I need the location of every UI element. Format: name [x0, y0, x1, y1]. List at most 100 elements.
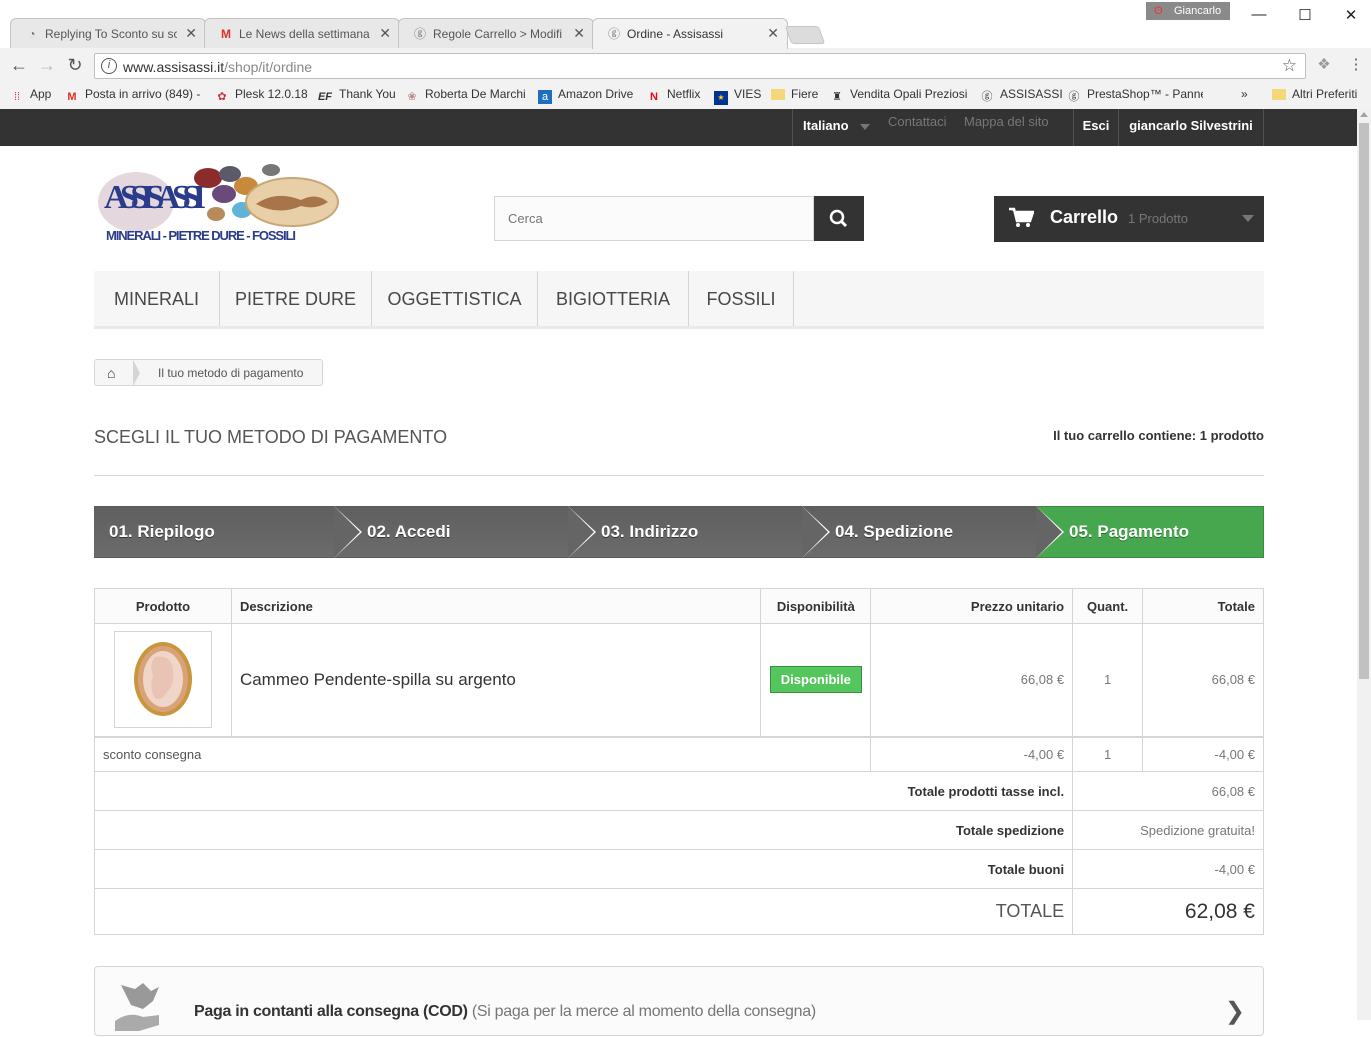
- sitemap-link[interactable]: Mappa del sito: [964, 105, 1049, 142]
- step-address[interactable]: 03. Indirizzo: [568, 506, 830, 558]
- chevron-right-icon: ❯: [1224, 998, 1245, 1025]
- step-login[interactable]: 02. Accedi: [334, 506, 596, 558]
- contact-link[interactable]: Contattaci: [888, 105, 947, 142]
- bookmark-plesk[interactable]: ✿ Plesk 12.0.18: [215, 87, 308, 104]
- bookmark-label: Netflix: [667, 87, 701, 101]
- discount-label: sconto consegna: [93, 736, 872, 772]
- forum-icon: ◔: [28, 27, 36, 41]
- address-bar[interactable]: i www.assisassi.it/shop/it/ordine ☆: [94, 53, 1306, 79]
- menu-item-minerali[interactable]: MINERALI: [94, 271, 220, 326]
- cart-summary-text: Il tuo carrello contiene: 1 prodotto: [1053, 428, 1264, 443]
- forward-icon[interactable]: →: [36, 55, 58, 76]
- url-host: www.assisassi.it: [123, 59, 225, 75]
- tab-title: Le News della settimana: [239, 27, 370, 41]
- browser-tab-3[interactable]: ⓖ Regole Carrello > Modifi ✕: [398, 18, 594, 48]
- bookmark-star-icon[interactable]: ☆: [1282, 56, 1297, 76]
- profile-button[interactable]: ʘ Giancarlo: [1146, 2, 1230, 20]
- search-icon: [829, 209, 848, 228]
- col-qty: Quant.: [1072, 588, 1144, 624]
- total-products-value: 66,08 €: [1072, 771, 1264, 811]
- discount-unit-price: -4,00 €: [870, 736, 1074, 772]
- browser-toolbar: ← → ↻ i www.assisassi.it/shop/it/ordine …: [0, 50, 1371, 82]
- search-input[interactable]: [494, 196, 814, 241]
- home-icon[interactable]: ⌂: [107, 365, 115, 381]
- scroll-up-icon[interactable]: [1360, 112, 1368, 117]
- bookmark-label: Plesk 12.0.18: [235, 87, 308, 101]
- info-icon[interactable]: i: [101, 58, 117, 74]
- close-icon[interactable]: ✕: [767, 25, 779, 42]
- menu-item-fossili[interactable]: FOSSILI: [689, 271, 794, 326]
- close-icon[interactable]: ✕: [185, 25, 197, 42]
- back-icon[interactable]: ←: [8, 55, 30, 76]
- bookmark-amazon[interactable]: a Amazon Drive: [538, 87, 633, 104]
- bookmark-label: Posta in arrivo (849) -: [85, 87, 201, 101]
- caret-down-icon: [860, 124, 870, 130]
- cart-button[interactable]: Carrello 1 Prodotto: [994, 196, 1264, 242]
- bookmark-netflix[interactable]: N Netflix: [647, 87, 700, 104]
- bookmark-thankyou[interactable]: EF Thank You: [317, 87, 396, 104]
- close-icon[interactable]: ✕: [573, 25, 585, 42]
- menu-item-pietre-dure[interactable]: PIETRE DURE: [220, 271, 372, 326]
- scroll-thumb[interactable]: [1359, 123, 1369, 679]
- bookmark-prestashop[interactable]: ⓖ PrestaShop™ - Pannel: [1067, 87, 1204, 104]
- bookmark-app[interactable]: ⁞⁞ App: [10, 87, 51, 104]
- unit-price: 66,08 €: [870, 623, 1074, 737]
- bookmark-label: VIES: [734, 87, 762, 101]
- profile-name: Giancarlo: [1174, 5, 1222, 17]
- menu-item-bigiotteria[interactable]: BIGIOTTERIA: [538, 271, 689, 326]
- new-tab-button[interactable]: [784, 26, 826, 44]
- user-account-link[interactable]: giancarlo Silvestrini: [1119, 109, 1264, 146]
- step-shipping[interactable]: 04. Spedizione: [802, 506, 1064, 558]
- menu-icon[interactable]: ⋮: [1345, 55, 1367, 73]
- close-window-icon[interactable]: ✕: [1340, 6, 1362, 24]
- bookmark-gmail[interactable]: M Posta in arrivo (849) -: [65, 87, 200, 104]
- url-path: /shop/it/ordine: [224, 59, 313, 75]
- col-unit-price: Prezzo unitario: [870, 588, 1074, 624]
- checkout-steps: 01. Riepilogo 02. Accedi 03. Indirizzo 0…: [94, 506, 1264, 558]
- bookmark-label: Fiere: [791, 87, 819, 101]
- more-bookmarks-button[interactable]: »: [1241, 87, 1248, 101]
- total-vouchers-row: Totale buoni -4,00 €: [93, 849, 1264, 889]
- reload-icon[interactable]: ↻: [64, 55, 86, 76]
- bookmark-label: Roberta De Marchi: [425, 87, 526, 101]
- logout-link[interactable]: Esci: [1073, 109, 1119, 146]
- amazon-icon: a: [538, 90, 552, 104]
- search-button[interactable]: [814, 196, 864, 241]
- step-summary[interactable]: 01. Riepilogo: [94, 506, 362, 558]
- page-header: SCEGLI IL TUO METODO DI PAGAMENTO Il tuo…: [94, 427, 1264, 476]
- bookmark-opali[interactable]: ♜ Vendita Opali Preziosi: [830, 87, 968, 104]
- minimize-icon[interactable]: —: [1248, 6, 1270, 23]
- folder-icon: [771, 89, 785, 100]
- prestashop-icon: ⓖ: [1068, 91, 1080, 103]
- menu-item-oggettistica[interactable]: OGGETTISTICA: [372, 271, 538, 326]
- bookmarks-bar: ⁞⁞ App M Posta in arrivo (849) - ✿ Plesk 12…: [0, 82, 1371, 109]
- product-image[interactable]: [113, 631, 212, 729]
- availability-badge: Disponibile: [769, 666, 862, 694]
- dropbox-icon[interactable]: ❖: [1313, 55, 1335, 73]
- browser-tab-1[interactable]: ◔ Replying To Sconto su sc ✕: [10, 18, 206, 48]
- other-bookmarks[interactable]: Altri Preferiti: [1272, 87, 1357, 101]
- product-description[interactable]: Cammeo Pendente-spilla su argento: [230, 623, 762, 737]
- close-icon[interactable]: ✕: [379, 25, 391, 42]
- total-shipping-label: Totale spedizione: [93, 810, 1074, 850]
- bookmark-assisassi[interactable]: ⓖ ASSISASSI: [980, 87, 1063, 104]
- eu-flag-icon: ★: [714, 91, 728, 105]
- page-scrollbar[interactable]: [1357, 109, 1371, 1020]
- logo-title: ASSISASSI: [104, 179, 206, 216]
- bookmark-fiere[interactable]: Fiere: [771, 87, 818, 101]
- url-text[interactable]: www.assisassi.it/shop/it/ordine: [123, 59, 312, 75]
- browser-tab-2[interactable]: M Le News della settimana ✕: [204, 18, 400, 48]
- browser-tab-active[interactable]: ⓖ Ordine - Assisassi ✕: [592, 18, 788, 49]
- discount-qty: 1: [1072, 736, 1144, 772]
- step-label: 04. Spedizione: [835, 522, 954, 541]
- payment-note: (Si paga per la merce al momento della c…: [471, 1003, 816, 1020]
- caret-down-icon: [1242, 215, 1254, 222]
- language-selector[interactable]: Italiano: [792, 109, 878, 146]
- cameo-image: [133, 642, 192, 717]
- bookmark-roberta[interactable]: ❀ Roberta De Marchi: [405, 87, 526, 104]
- payment-option-cod[interactable]: Paga in contanti alla consegna (COD) (Si…: [94, 966, 1264, 1036]
- maximize-icon[interactable]: ☐: [1294, 6, 1316, 24]
- site-logo[interactable]: ASSISASSI MINERALI - PIETRE DURE - FOSSI…: [96, 160, 340, 246]
- bookmark-vies[interactable]: ★ VIES: [714, 87, 761, 105]
- total-shipping-value: Spedizione gratuita!: [1072, 810, 1264, 850]
